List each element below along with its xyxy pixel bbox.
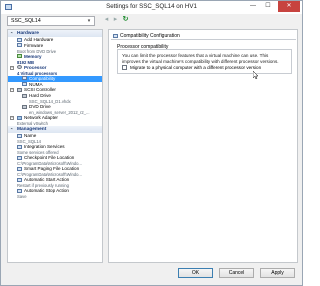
name-icon [17,133,22,138]
panel-header-title: Compatibility Configuration [120,33,180,39]
collapse-processor-icon[interactable]: − [10,65,14,70]
hard-drive-icon [22,93,27,98]
tree-item-name[interactable]: Name [8,133,102,139]
tree-item-label: Checkpoint File Location [24,155,75,161]
network-adapter-icon [17,115,22,120]
tree-item-label: Hard Drive [29,93,51,99]
tree-item-checkpoint-location[interactable]: Checkpoint File Location [8,155,102,161]
automatic-start-icon [17,177,22,182]
automatic-stop-summary: Save [17,193,27,199]
tree-item-memory[interactable]: Memory [8,54,102,60]
minimize-button[interactable]: — [246,1,260,12]
refresh-icon[interactable]: ↻ [121,16,130,25]
chevron-down-icon[interactable]: ▾ [85,17,93,25]
panel-header: Compatibility Configuration [111,32,296,40]
integration-services-icon [17,144,22,149]
numa-icon [22,82,27,87]
tree-item-processor[interactable]: − Processor [8,65,102,71]
smart-paging-icon [17,166,22,171]
vm-selector-value: SSC_SQL14 [11,18,41,24]
settings-content-panel: Compatibility Configuration Processor co… [108,29,298,263]
compatibility-icon [22,76,27,81]
collapse-icon[interactable]: ⌃ [10,30,13,37]
tree-item-label: Smart Paging File Location [24,166,80,172]
tree-item-smart-paging[interactable]: Smart Paging File Location [8,166,102,172]
close-button[interactable]: ✕ [278,1,300,12]
tree-item-label: Firmware [24,42,44,48]
expand-network-icon[interactable]: − [10,116,14,121]
group-description: You can limit the processor features tha… [122,53,279,64]
tree-item-label: Compatibility [29,75,56,81]
mouse-cursor-icon [253,71,259,79]
tree-item-label: DVD Drive [29,104,51,110]
compatibility-icon [113,34,118,38]
settings-window: Settings for SSC_SQL14 on HV1 — ☐ ✕ SSC_… [0,0,303,286]
tree-item-label: Memory [24,53,42,59]
tree-item-label: Processor [24,64,47,70]
maximize-button[interactable]: ☐ [261,1,275,12]
tree-item-label: SCSI Controller [24,87,56,93]
tree-item-automatic-stop[interactable]: Automatic Stop Action [8,188,102,194]
management-section-header[interactable]: ⌃ Management [8,126,102,134]
firmware-icon [17,43,22,48]
apply-button[interactable]: Apply [260,268,295,278]
migrate-checkbox[interactable] [122,65,127,70]
forward-arrow-icon[interactable]: ▸ [111,16,120,25]
scsi-controller-icon [17,87,22,92]
tree-item-label: Add Hardware [24,37,54,42]
tree-item-integration-services[interactable]: Integration Services [8,144,102,150]
collapse-icon[interactable]: ⌃ [10,126,13,133]
tree-item-label: Network Adapter [24,115,58,121]
hardware-section-label: Hardware [17,31,39,36]
management-section-label: Management [17,127,47,133]
vm-selector[interactable]: SSC_SQL14 ▾ [7,16,95,26]
hardware-section-header[interactable]: ⌃ Hardware [8,30,102,37]
migrate-checkbox-label[interactable]: Migrate to a physical computer with a di… [130,65,261,70]
automatic-stop-icon [17,188,22,193]
processor-icon [17,65,22,70]
tree-item-automatic-start[interactable]: Automatic Start Action [8,177,102,183]
collapse-scsi-icon[interactable]: − [10,88,14,93]
dvd-drive-icon [22,104,27,109]
tree-item-network-adapter[interactable]: − Network Adapter [8,115,102,121]
back-arrow-icon[interactable]: ◂ [102,16,111,25]
memory-icon [17,54,22,59]
tree-item-label: NUMA [29,81,43,87]
tree-item-firmware[interactable]: Firmware [8,43,102,49]
add-hardware-icon [17,37,22,42]
checkpoint-icon [17,155,22,160]
tree-item-label: Automatic Start Action [24,177,70,183]
processor-compatibility-group: You can limit the processor features tha… [117,49,292,74]
tree-item-dvd-drive[interactable]: DVD Drive [8,104,102,110]
tree-item-label: Integration Services [24,144,65,150]
tree-item-label: Name [24,133,37,139]
cancel-button[interactable]: Cancel [219,268,254,278]
title-bar: Settings for SSC_SQL14 on HV1 — ☐ ✕ [1,1,302,14]
tree-item-hard-drive[interactable]: Hard Drive [8,93,102,99]
settings-tree: ⌃ Hardware Add Hardware Firmware Boot fr… [7,29,103,263]
ok-button[interactable]: OK [178,268,213,278]
tree-item-label: Automatic Stop Action [24,188,69,194]
